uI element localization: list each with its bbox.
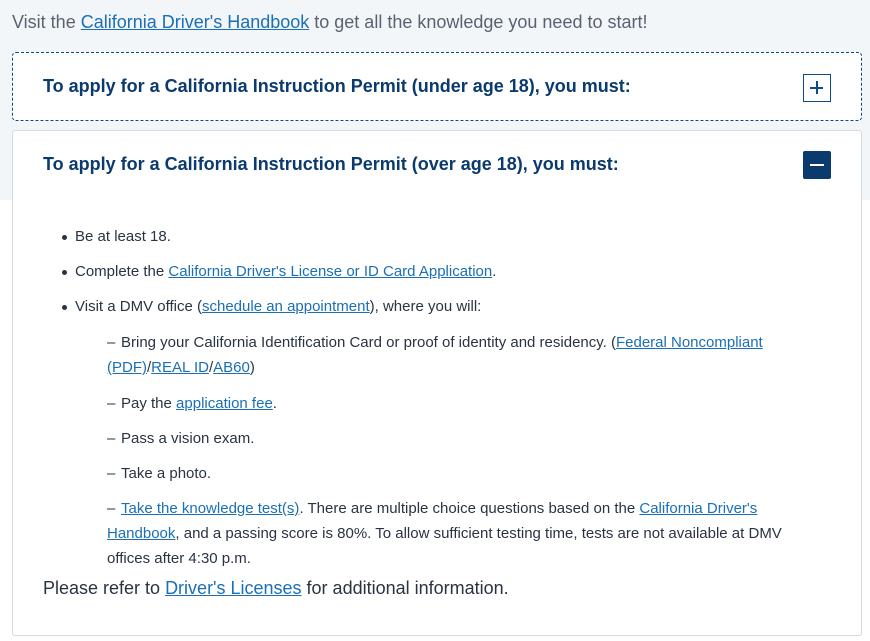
sub-item-knowledge-test: – Take the knowledge test(s). There are m… — [107, 500, 782, 567]
ab60-link[interactable]: AB60 — [213, 359, 250, 376]
real-id-link[interactable]: REAL ID — [151, 359, 209, 376]
sub-item-photo: – Take a photo. — [107, 465, 212, 482]
sub-item-bring-id: – Bring your California Identification Ca… — [107, 334, 763, 376]
drivers-licenses-link[interactable]: Driver's Licenses — [165, 578, 301, 598]
accordion-over-18-title[interactable]: To apply for a California Instruction Pe… — [43, 154, 619, 175]
sub-item-vision: – Pass a vision exam. — [107, 430, 255, 447]
sub-item-pay-fee: – Pay the application fee. — [107, 395, 277, 412]
plus-icon[interactable] — [803, 74, 831, 102]
accordion-under-18[interactable]: To apply for a California Instruction Pe… — [12, 52, 862, 121]
bullet-icon — [62, 305, 67, 310]
bullet-icon — [62, 235, 67, 240]
list-item: Be at least 18. — [62, 228, 171, 245]
intro-text: Visit the California Driver's Handbook t… — [12, 12, 648, 32]
list-item: Visit a DMV office (schedule an appointm… — [62, 298, 481, 315]
drivers-handbook-link[interactable]: California Driver's Handbook — [81, 12, 310, 32]
bullet-icon — [62, 270, 67, 275]
application-fee-link[interactable]: application fee — [176, 395, 273, 412]
accordion-over-18: To apply for a California Instruction Pe… — [12, 130, 862, 636]
list-item: Complete the California Driver's License… — [62, 263, 496, 280]
accordion-under-18-title[interactable]: To apply for a California Instruction Pe… — [43, 76, 631, 97]
minus-icon[interactable] — [803, 151, 831, 179]
schedule-appointment-link[interactable]: schedule an appointment — [202, 298, 370, 315]
knowledge-test-link[interactable]: Take the knowledge test(s) — [121, 500, 299, 517]
application-link[interactable]: California Driver's License or ID Card A… — [168, 263, 492, 280]
footer-note: Please refer to Driver's Licenses for ad… — [43, 578, 509, 598]
